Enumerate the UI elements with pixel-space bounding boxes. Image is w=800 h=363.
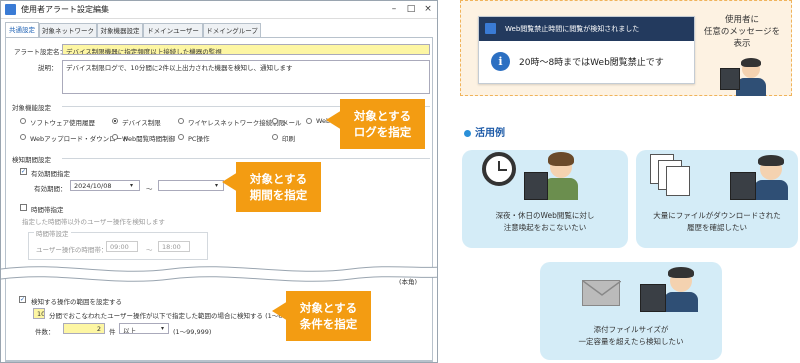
monitor-icon [524,172,548,200]
clock-icon [482,152,516,186]
usecase-text: 添付ファイルサイズが 一定容量を超えたら検知したい [578,325,684,346]
monitor-icon [640,284,666,312]
usecase-heading: 活用例 [464,124,505,139]
usecase-text: 大量にファイルがダウンロードされた 履歴を確認したい [653,211,781,232]
period-heading: 検知期間設定 [12,156,51,164]
tab-domain-group-settings[interactable]: ドメイングループ設定 [203,23,261,49]
radio-label: Web閲覧時間制御 [122,135,176,143]
callout-condition: 対象とする 条件を指定 [286,291,371,341]
minutes-text: 分間でおこなわれたユーザー操作が以下で指定した範囲の場合に検知する (1～60) [49,312,290,320]
tab-device-settings[interactable]: 対象機器設定 [97,23,143,37]
partial-button-label: (本角) [399,278,418,286]
period-checkbox[interactable]: ✓ [20,168,27,175]
count-unit: 件 [109,328,116,336]
radio-web-time-control[interactable] [112,134,118,140]
radio-wireless-restriction[interactable] [178,118,184,124]
documents-icon [650,154,694,200]
count-label: 件数： [35,328,55,336]
radio-label: ワイヤレスネットワーク接続制限 [188,119,286,127]
callout-pointer [222,172,238,192]
time-field-label: ユーザー操作の時間帯： [36,246,108,254]
radio-pc-operation[interactable] [178,134,184,140]
usecase-card-night-web: 深夜・休日のWeb閲覧に対し 注意喚起をおこないたい [462,150,628,248]
divider [62,158,430,159]
tab-network-settings[interactable]: 対象ネットワーク設定 [39,23,97,49]
maximize-icon[interactable]: □ [404,3,418,16]
radio-mail[interactable] [272,118,278,124]
info-icon: i [491,52,510,71]
time-check-label: 時間帯指定 [31,206,64,214]
usecase-card-attachment: 添付ファイルサイズが 一定容量を超えたら検知したい [540,262,722,360]
time-description: 指定した時間帯以外のユーザー操作を検知します [22,218,165,226]
alert-settings-dialog: 使用者アラート設定編集 – □ × 共通設定 対象ネットワーク設定 対象機器設定… [0,0,438,363]
chevron-down-icon[interactable]: ▾ [215,182,218,189]
callout-log: 対象とする ログを指定 [340,99,425,149]
count-range-checkbox[interactable]: ✓ [19,296,26,303]
app-icon [5,4,16,15]
minimize-icon[interactable]: – [387,3,401,16]
dialog-title: 使用者アラート設定編集 [21,5,109,14]
target-function-heading: 対象機能設定 [12,104,51,112]
callout-period: 対象とする 期間を指定 [236,162,321,212]
count-range-text: (1～99,999) [173,328,212,336]
person-illustration [664,292,698,312]
person-illustration [544,178,578,200]
radio-device-restriction[interactable] [112,118,118,124]
period-check-label: 有効期間指定 [31,170,70,178]
count-range-label: 検知する操作の範囲を設定する [31,298,122,306]
user-at-pc-illustration [714,52,774,96]
period-field-label: 有効期間： [34,185,67,193]
alert-name-input[interactable]: デバイス制限機器に指定頻度以上接続した機器の監視 [62,44,430,55]
period-separator: ～ [146,185,153,193]
minutes-input[interactable]: 10 [33,308,45,319]
notification-popup: Web閲覧禁止時間に閲覧が検知されました i 20時～8時まではWeb閲覧禁止で… [478,16,695,84]
radio-web[interactable] [306,118,312,124]
tab-domain-user-settings[interactable]: ドメインユーザー設定 [143,23,203,49]
notification-message: 20時～8時まではWeb閲覧禁止です [519,58,664,68]
count-input[interactable]: 2 [63,323,105,334]
app-icon [485,23,496,34]
person-illustration [754,180,788,200]
time-start-input[interactable]: 09:00 [106,241,138,252]
callout-pointer [272,301,288,321]
notification-header: Web閲覧禁止時間に閲覧が検知されました [479,17,694,41]
time-end-input[interactable]: 18:00 [158,241,190,252]
radio-web-upload-download[interactable] [20,134,26,140]
monitor-icon [730,172,756,200]
radio-label: 印刷 [282,135,295,143]
radio-label: PC操作 [188,135,210,143]
usecase-card-download: 大量にファイルがダウンロードされた 履歴を確認したい [636,150,798,248]
dialog-titlebar: 使用者アラート設定編集 – □ × [1,1,437,19]
radio-software-usage[interactable] [20,118,26,124]
usecase-title: 活用例 [475,128,505,139]
radio-label: デバイス制限 [122,119,161,127]
callout-pointer [326,110,342,130]
time-group-label: 時間帯設定 [34,228,71,238]
radio-label: メール [282,119,302,127]
close-icon[interactable]: × [421,3,435,16]
description-textarea[interactable]: デバイス制限ログで、10分間に2件以上出力された機器を検知し、通知します [62,60,430,94]
mail-icon [582,280,621,306]
tab-common-settings[interactable]: 共通設定 [5,22,39,37]
radio-label: ソフトウェア使用履歴 [30,119,95,127]
torn-edge [1,266,437,282]
alert-name-label: アラート設定名： [14,48,66,56]
usecase-text: 深夜・休日のWeb閲覧に対し 注意喚起をおこないたい [495,211,595,232]
chevron-down-icon[interactable]: ▾ [161,325,164,332]
time-separator: ～ [146,246,153,254]
time-checkbox[interactable] [20,204,27,211]
bullet-icon [464,129,471,137]
description-label: 説明： [38,64,58,72]
radio-print[interactable] [272,134,278,140]
chevron-down-icon[interactable]: ▾ [130,182,133,189]
notification-caption: 使用者に 任意のメッセージを 表示 [703,15,781,49]
